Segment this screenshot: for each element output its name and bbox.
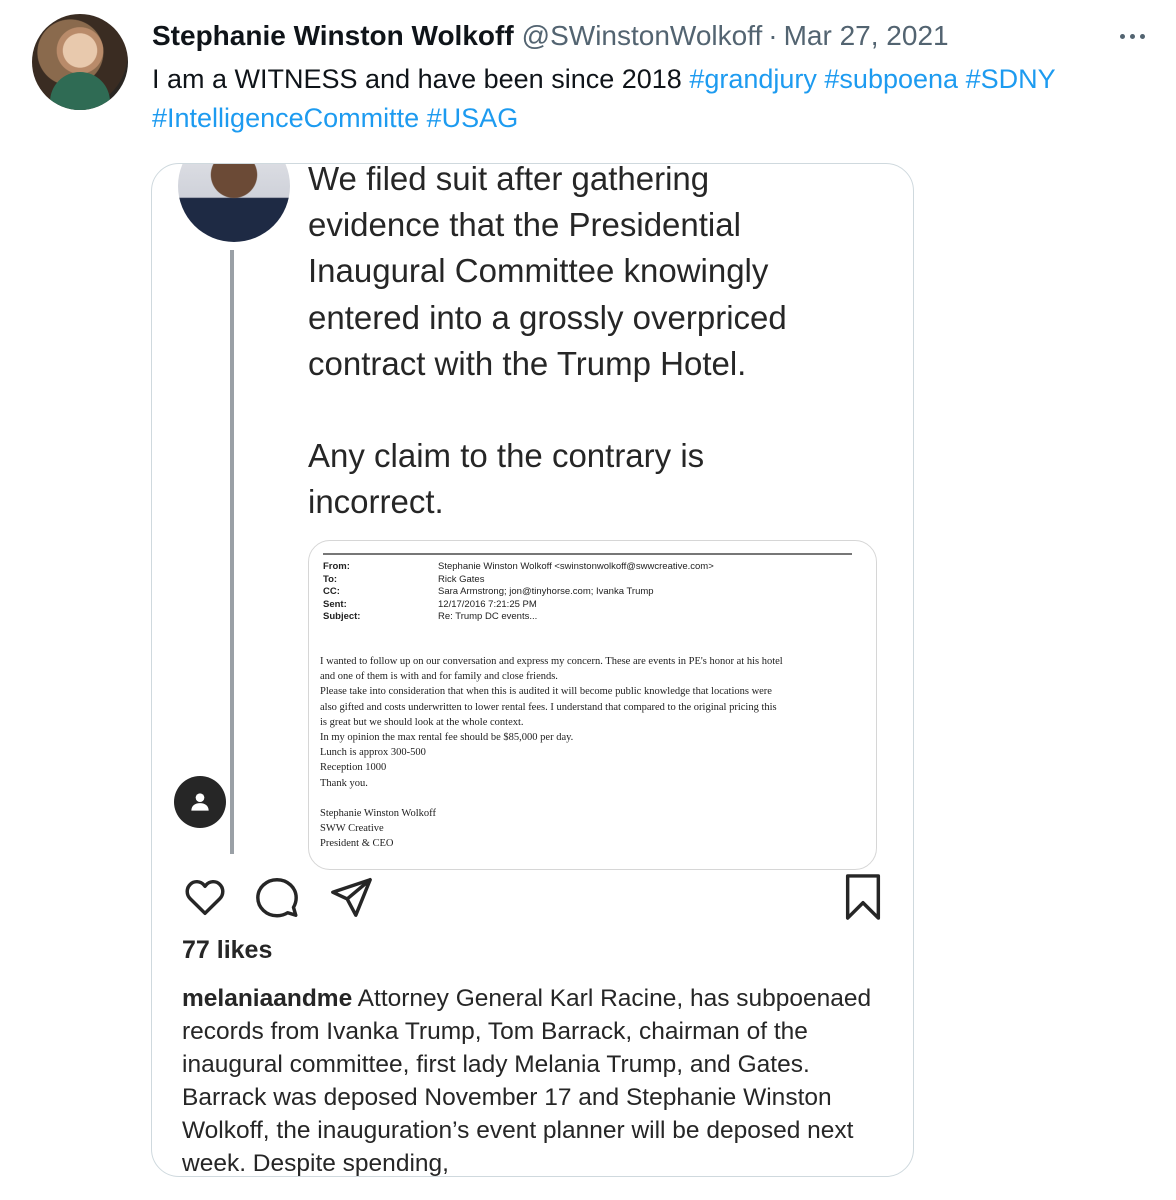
email-header-value: Rick Gates: [438, 573, 485, 585]
email-header-value: Stephanie Winston Wolkoff <swinstonwolko…: [438, 561, 714, 572]
email-header-key: Sent:: [323, 598, 347, 610]
bookmark-icon[interactable]: [838, 872, 888, 922]
email-body-line: I wanted to follow up on our conversatio…: [320, 656, 783, 667]
hashtag-link[interactable]: #grandjury: [689, 64, 817, 94]
post-author-avatar: [178, 164, 290, 242]
tweet-media-image[interactable]: We filed suit after gathering evidence t…: [151, 163, 914, 1177]
email-header-value: Sara Armstrong; jon@tinyhorse.com; Ivank…: [438, 586, 654, 597]
email-header-row: Subject: Re: Trump DC events...: [323, 611, 838, 624]
email-screenshot: From: Stephanie Winston Wolkoff <swinsto…: [308, 540, 877, 870]
author-avatar[interactable]: [32, 14, 128, 110]
author-handle[interactable]: @SWinstonWolkoff: [522, 20, 763, 52]
hashtag-link[interactable]: #SDNY: [966, 64, 1056, 94]
author-name[interactable]: Stephanie Winston Wolkoff: [152, 20, 514, 52]
hashtag-link[interactable]: #IntelligenceCommitte: [152, 103, 419, 133]
email-header-value: Re: Trump DC events...: [438, 611, 538, 622]
post-caption: melaniaandme Attorney General Karl Racin…: [182, 982, 892, 1177]
email-body-line: Stephanie Winston Wolkoff: [320, 808, 436, 820]
header-separator: ·: [768, 20, 778, 51]
email-body-line: Please take into consideration that when…: [320, 686, 772, 698]
email-header-key: To:: [323, 573, 338, 585]
tweet-header: Stephanie Winston Wolkoff @SWinstonWolko…: [152, 18, 949, 54]
caption-text: Attorney General Karl Racine, has subpoe…: [182, 985, 872, 1177]
email-header-key: From:: [323, 561, 350, 572]
tweet-body: I am a WITNESS and have been since 2018: [152, 64, 690, 94]
more-options-icon[interactable]: [1112, 22, 1152, 50]
hashtag-link[interactable]: #subpoena: [824, 64, 958, 94]
tweet-date[interactable]: Mar 27, 2021: [784, 20, 949, 52]
user-glyph: [191, 793, 209, 811]
email-body-line: Reception 1000: [320, 762, 387, 774]
thread-line: [230, 250, 234, 854]
email-body-line: SWW Creative: [320, 823, 384, 835]
tweet[interactable]: Stephanie Winston Wolkoff @SWinstonWolko…: [0, 0, 1176, 1200]
user-icon[interactable]: [174, 776, 226, 828]
email-body-line: In my opinion the max rental fee should …: [320, 732, 574, 744]
email-header-key: Subject:: [323, 611, 361, 622]
email-body: I wanted to follow up on our conversatio…: [320, 654, 865, 852]
caption-username[interactable]: melaniaandme: [182, 985, 352, 1012]
comment-icon[interactable]: [252, 872, 302, 922]
email-body-line: Thank you.: [320, 777, 368, 789]
email-header-row: Sent: 12/17/2016 7:21:25 PM: [323, 599, 838, 612]
statement-paragraph: Any claim to the contrary is incorrect.: [308, 437, 705, 521]
email-body-line: [320, 791, 865, 806]
email-body-line: President & CEO: [320, 838, 394, 850]
tweet-text: I am a WITNESS and have been since 2018 …: [152, 60, 1152, 138]
likes-count[interactable]: 77 likes: [182, 936, 272, 965]
email-header-key: CC:: [323, 586, 340, 597]
heart-icon[interactable]: [180, 872, 230, 922]
statement-paragraph: We filed suit after gathering evidence t…: [308, 163, 787, 382]
post-statement: We filed suit after gathering evidence t…: [308, 163, 888, 525]
send-icon[interactable]: [326, 872, 376, 922]
email-header-value: 12/17/2016 7:21:25 PM: [438, 598, 537, 610]
email-header-row: CC: Sara Armstrong; jon@tinyhorse.com; I…: [323, 586, 838, 599]
email-divider: [323, 553, 852, 555]
email-body-line: Lunch is approx 300-500: [320, 747, 426, 759]
email-header-row: From: Stephanie Winston Wolkoff <swinsto…: [323, 561, 838, 574]
email-body-line: also gifted and costs underwritten to lo…: [320, 701, 777, 713]
email-body-line: is great but we should look at the whole…: [320, 716, 524, 728]
email-header-row: To: Rick Gates: [323, 574, 838, 587]
post-actions: [152, 872, 912, 932]
email-header: From: Stephanie Winston Wolkoff <swinsto…: [323, 561, 838, 624]
hashtag-link[interactable]: #USAG: [427, 103, 519, 133]
email-body-line: and one of them is with and for family a…: [320, 671, 558, 683]
